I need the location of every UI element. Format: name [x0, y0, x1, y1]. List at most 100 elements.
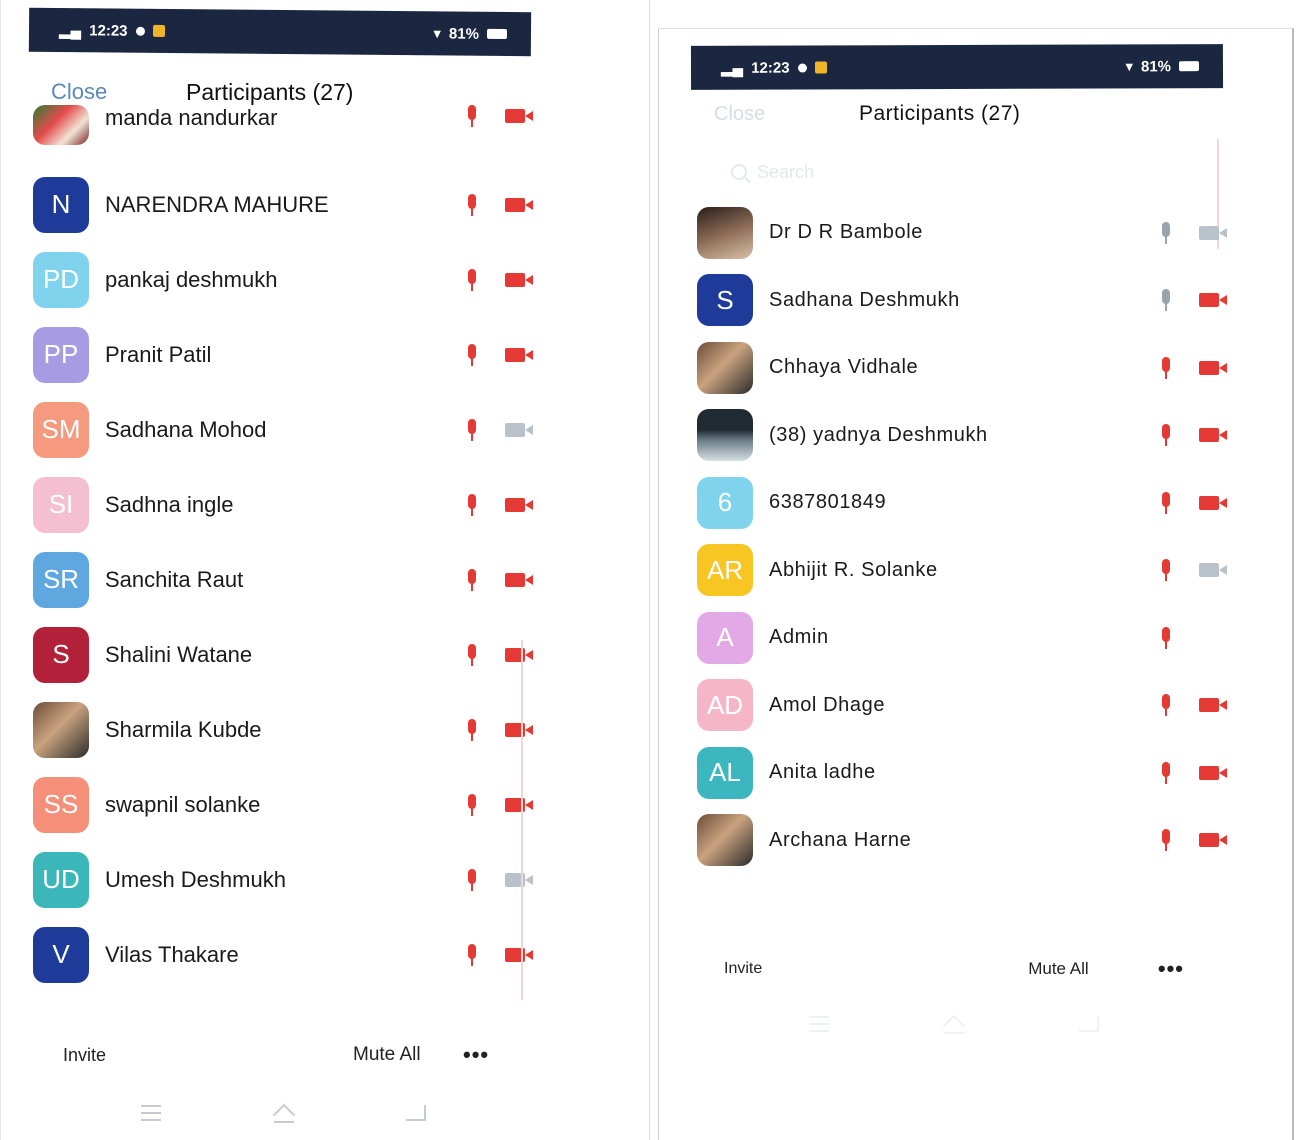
mic-muted-icon[interactable]: [1161, 559, 1171, 582]
mic-muted-icon[interactable]: [1161, 761, 1171, 784]
app-notification-icon: [152, 24, 165, 37]
video-icon[interactable]: [1199, 562, 1227, 578]
participant-row[interactable]: AD Amol Dhage: [697, 672, 1227, 740]
participant-row[interactable]: SS swapnil solanke: [33, 767, 533, 842]
status-bar: ▂▄ 12:23 ▾ 81%: [690, 44, 1224, 90]
participant-row[interactable]: PD pankaj deshmukh: [33, 242, 533, 317]
mic-muted-icon[interactable]: [467, 718, 477, 741]
search-input[interactable]: Search: [731, 155, 1211, 189]
mic-muted-icon[interactable]: [467, 268, 477, 291]
mic-muted-icon[interactable]: [467, 493, 477, 516]
participant-row[interactable]: PP Pranit Patil: [33, 317, 533, 392]
participant-row[interactable]: (38) yadnya Deshmukh: [697, 402, 1227, 470]
avatar: S: [33, 626, 89, 683]
video-off-icon[interactable]: [505, 272, 533, 288]
invite-button[interactable]: Invite: [724, 960, 1028, 978]
mic-muted-icon[interactable]: [1161, 626, 1171, 649]
participant-row[interactable]: UD Umesh Deshmukh: [33, 842, 533, 917]
mic-muted-icon[interactable]: [1161, 829, 1171, 852]
video-off-icon[interactable]: [505, 647, 533, 663]
invite-button[interactable]: Invite: [63, 1045, 353, 1066]
mic-muted-icon[interactable]: [467, 643, 477, 666]
video-icon[interactable]: [505, 422, 533, 438]
avatar: PD: [33, 251, 89, 308]
mic-muted-icon[interactable]: [467, 105, 477, 127]
mute-all-button[interactable]: Mute All: [1028, 959, 1158, 979]
participant-row[interactable]: Archana Harne: [697, 807, 1227, 875]
video-icon[interactable]: [1199, 225, 1227, 241]
participant-row[interactable]: SR Sanchita Raut: [33, 542, 533, 617]
close-button[interactable]: Close: [51, 79, 186, 105]
search-icon: [731, 164, 747, 180]
mic-icon[interactable]: [1161, 221, 1171, 244]
avatar: V: [33, 926, 89, 983]
video-off-icon[interactable]: [1199, 427, 1227, 443]
participant-row[interactable]: A Admin: [697, 604, 1227, 672]
video-off-icon[interactable]: [505, 722, 533, 738]
avatar: PP: [33, 326, 89, 383]
mic-muted-icon[interactable]: [1161, 491, 1171, 514]
participant-status-icons: [453, 493, 533, 516]
participant-list[interactable]: Dr D R Bambole S Sadhana Deshmukh Chhaya Vi…: [697, 199, 1227, 874]
participant-row[interactable]: V Vilas Thakare: [33, 917, 533, 992]
home-icon[interactable]: [272, 1103, 296, 1123]
video-off-icon[interactable]: [1199, 292, 1227, 308]
participant-row[interactable]: 6 6387801849: [697, 469, 1227, 537]
participant-row[interactable]: N NARENDRA MAHURE: [33, 167, 533, 242]
participant-row[interactable]: Chhaya Vidhale: [697, 334, 1227, 402]
participant-name: Archana Harne: [769, 828, 912, 851]
participant-row[interactable]: S Sadhana Deshmukh: [697, 267, 1227, 335]
mute-all-button[interactable]: Mute All: [353, 1044, 463, 1066]
participant-status-icons: [1147, 694, 1227, 717]
mic-muted-icon[interactable]: [1161, 424, 1171, 447]
participant-name: Shalini Watane: [105, 641, 253, 667]
mic-muted-icon[interactable]: [1161, 356, 1171, 379]
page-title: Participants (27): [186, 78, 354, 105]
mic-muted-icon[interactable]: [467, 343, 477, 366]
mic-muted-icon[interactable]: [467, 868, 477, 891]
participant-row[interactable]: Sharmila Kubde: [33, 692, 533, 767]
mic-muted-icon[interactable]: [467, 418, 477, 441]
video-off-icon[interactable]: [1199, 495, 1227, 511]
video-off-icon[interactable]: [1199, 832, 1227, 848]
video-off-icon[interactable]: [505, 497, 533, 513]
mic-icon[interactable]: [1161, 289, 1171, 312]
video-off-icon[interactable]: [505, 572, 533, 588]
participant-row[interactable]: AL Anita ladhe: [697, 739, 1227, 807]
more-options-button[interactable]: •••: [463, 1042, 489, 1068]
video-off-icon[interactable]: [505, 797, 533, 813]
recent-apps-icon[interactable]: [809, 1016, 829, 1032]
video-off-icon[interactable]: [505, 347, 533, 363]
close-button[interactable]: Close: [714, 103, 859, 126]
video-icon[interactable]: [505, 872, 533, 888]
video-off-icon[interactable]: [505, 947, 533, 963]
video-off-icon[interactable]: [1199, 697, 1227, 713]
video-off-icon[interactable]: [505, 197, 533, 213]
back-icon[interactable]: [1079, 1016, 1099, 1032]
mic-muted-icon[interactable]: [1161, 694, 1171, 717]
mic-muted-icon[interactable]: [467, 568, 477, 591]
mic-muted-icon[interactable]: [467, 793, 477, 816]
participant-name: Sadhna ingle: [105, 491, 234, 517]
avatar: AR: [697, 544, 753, 597]
participant-list[interactable]: manda nandurkar N NARENDRA MAHURE PD pankaj …: [33, 105, 533, 992]
scrollbar[interactable]: [521, 640, 523, 1000]
participant-row[interactable]: Dr D R Bambole: [697, 199, 1227, 267]
video-off-icon[interactable]: [1199, 360, 1227, 376]
home-icon[interactable]: [942, 1014, 966, 1034]
participant-row[interactable]: manda nandurkar: [33, 105, 533, 167]
mic-muted-icon[interactable]: [467, 943, 477, 966]
video-off-icon[interactable]: [505, 108, 533, 124]
participant-row[interactable]: AR Abhijit R. Solanke: [697, 537, 1227, 605]
mic-muted-icon[interactable]: [467, 193, 477, 216]
status-time: 12:23: [89, 21, 128, 40]
participant-row[interactable]: S Shalini Watane: [33, 617, 533, 692]
participant-name: pankaj deshmukh: [105, 266, 278, 292]
participant-row[interactable]: SI Sadhna ingle: [33, 467, 533, 542]
back-icon[interactable]: [406, 1105, 426, 1121]
page-title: Participants (27): [859, 102, 1021, 125]
more-options-button[interactable]: •••: [1158, 956, 1184, 982]
participant-row[interactable]: SM Sadhana Mohod: [33, 392, 533, 467]
video-off-icon[interactable]: [1199, 765, 1227, 781]
recent-apps-icon[interactable]: [141, 1105, 161, 1121]
